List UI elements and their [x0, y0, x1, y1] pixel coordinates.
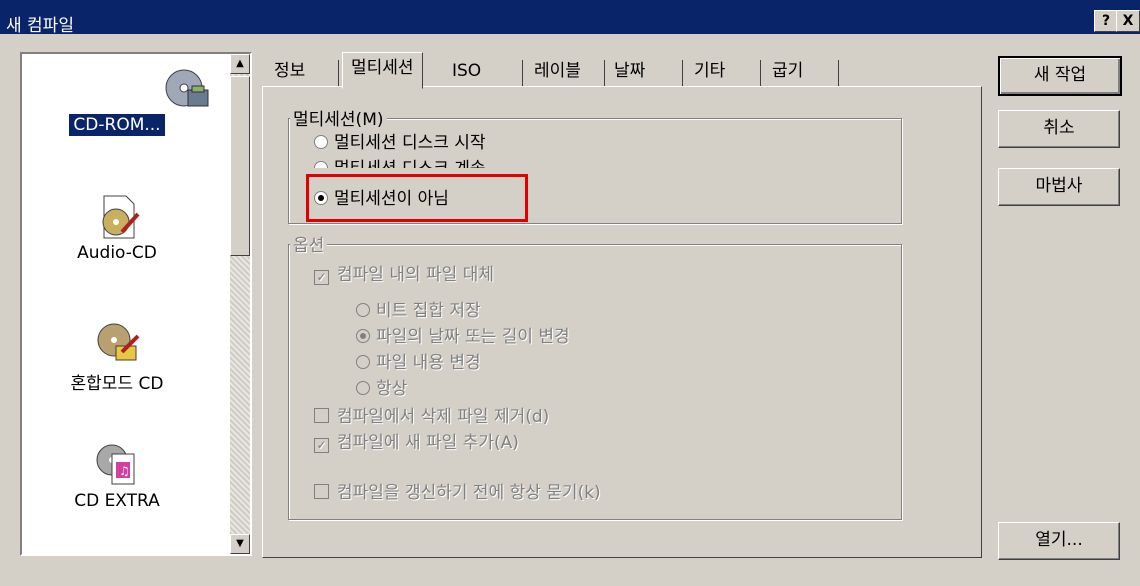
tab-divider	[760, 60, 761, 86]
tab-misc[interactable]: 기타	[686, 56, 733, 86]
radio-button	[356, 329, 370, 343]
title-bar: 새 컴파일 ? X	[0, 8, 1140, 36]
tab-label[interactable]: 레이블	[526, 56, 589, 86]
radio-button	[314, 161, 328, 168]
cancel-button[interactable]: 취소	[998, 110, 1120, 148]
radio-content-change[interactable]: 파일 내용 변경	[356, 348, 481, 373]
highlight-box	[306, 174, 528, 222]
checkbox	[314, 484, 329, 499]
multisession-group-title: 멀티세션(M)	[290, 105, 387, 130]
cd-extra-icon: ♫	[96, 444, 135, 485]
radio-start-multisession[interactable]: 멀티세션 디스크 시작	[314, 128, 486, 153]
list-item-label: 혼합모드 CD	[70, 374, 164, 394]
options-group-title: 옵션	[290, 231, 328, 256]
radio-date-or-length-change[interactable]: 파일의 날짜 또는 길이 변경	[356, 322, 570, 347]
tab-divider	[838, 60, 839, 86]
cdrom-icon	[165, 69, 209, 107]
tab-date[interactable]: 날짜	[606, 56, 653, 86]
new-job-button[interactable]: 새 작업	[998, 56, 1122, 96]
checkbox-remove-deleted[interactable]: 컴파일에서 삭제 파일 제거(d)	[314, 402, 549, 427]
audio-cd-icon	[102, 195, 140, 239]
svg-text:♫: ♫	[119, 464, 130, 478]
tab-iso[interactable]: ISO	[444, 56, 489, 86]
window-title: 새 컴파일	[6, 16, 74, 36]
tab-info[interactable]: 정보	[266, 56, 313, 86]
help-button[interactable]: ?	[1094, 10, 1118, 32]
list-item-cd-extra[interactable]: ♫ CD EXTRA	[22, 440, 212, 512]
tab-divider	[338, 60, 339, 86]
checkbox-ask-before-refresh[interactable]: 컴파일을 갱신하기 전에 항상 묻기(k)	[314, 478, 601, 503]
tab-multisession[interactable]: 멀티세션	[342, 52, 423, 89]
list-item-label: CD EXTRA	[74, 491, 160, 511]
compile-type-list[interactable]: CD-ROM... Audio-CD 혼합모드 CD ♫ CD EXTRA ▲ …	[20, 52, 252, 556]
checkbox-add-new-files[interactable]: ✓ 컴파일에 새 파일 추가(A)	[314, 428, 519, 453]
list-item-label: CD-ROM...	[68, 113, 166, 137]
scroll-down-button[interactable]: ▼	[230, 534, 250, 554]
tab-divider	[682, 60, 683, 86]
checkbox: ✓	[314, 438, 329, 453]
radio-button	[314, 135, 328, 149]
radio-save-bitset[interactable]: 비트 집합 저장	[356, 296, 481, 321]
list-item-label: Audio-CD	[77, 243, 157, 263]
tab-divider	[522, 60, 523, 86]
mixed-mode-cd-icon	[97, 323, 140, 361]
radio-continue-multisession[interactable]: 멀티세션 디스크 계속	[314, 154, 486, 168]
radio-button	[356, 355, 370, 369]
checkbox	[314, 408, 329, 423]
top-strip	[0, 0, 1140, 8]
open-button[interactable]: 열기...	[998, 522, 1120, 560]
close-button[interactable]: X	[1116, 10, 1140, 32]
checkbox: ✓	[314, 270, 329, 285]
list-item-mixed-mode-cd[interactable]: 혼합모드 CD	[22, 318, 212, 395]
list-item-cdrom[interactable]: CD-ROM...	[22, 64, 212, 137]
wizard-button[interactable]: 마법사	[998, 168, 1120, 206]
scroll-thumb[interactable]	[230, 76, 250, 256]
radio-button	[356, 381, 370, 395]
tab-burn[interactable]: 굽기	[764, 56, 811, 86]
new-compile-dialog: 새 컴파일 ? X CD-ROM... Audio-CD 혼합모드 CD ♫ C…	[0, 0, 1140, 586]
radio-always[interactable]: 항상	[356, 374, 407, 399]
checkbox-replace-files[interactable]: ✓ 컴파일 내의 파일 대체	[314, 260, 494, 285]
radio-button	[356, 303, 370, 317]
list-scrollbar[interactable]: ▲ ▼	[230, 54, 250, 554]
scroll-up-button[interactable]: ▲	[230, 54, 250, 74]
tab-divider	[604, 60, 605, 86]
list-item-audio-cd[interactable]: Audio-CD	[22, 192, 212, 264]
